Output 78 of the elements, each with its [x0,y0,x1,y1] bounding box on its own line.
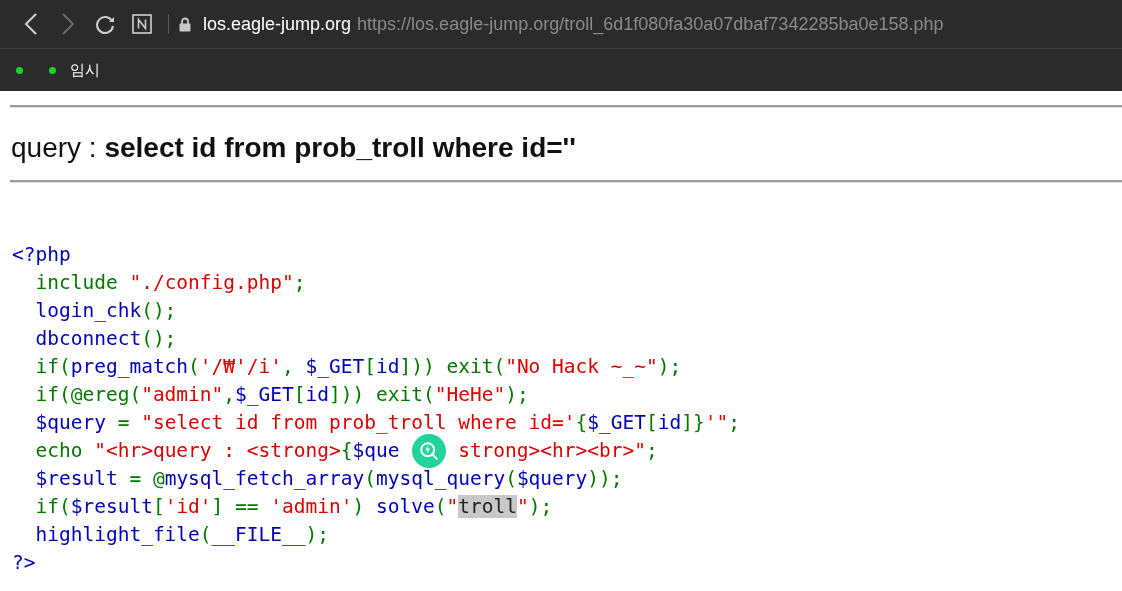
code-text: $query [516,467,588,490]
code-keyword: { [575,411,588,434]
code-text: id [657,411,682,434]
code-text: ?> [12,551,36,574]
code-keyword: [ [152,495,165,518]
code-keyword: ); [305,523,329,546]
search-match: troll [458,495,517,518]
code-string: "select id from prob_troll where id=' [141,411,576,434]
code-keyword: ])) exit( [329,383,435,406]
code-keyword: ; [728,411,740,434]
forward-icon [59,12,76,36]
code-keyword: = [116,411,131,434]
code-keyword: ] == [211,495,260,518]
code-text: preg_match [70,355,189,378]
code-string: " [446,495,459,518]
code-keyword: ( [364,467,376,490]
code-text: $query [34,411,106,434]
code-keyword: if(@ereg( [34,383,142,406]
code-text: dbconnect [34,327,142,350]
code-string: '" [704,411,729,434]
code-keyword: )); [587,467,623,490]
code-text: highlight_file [34,523,200,546]
code-keyword: , [223,383,236,406]
code-keyword: ; [293,271,306,294]
code-keyword: ) [352,495,366,518]
code-keyword: (); [141,299,177,322]
code-text: $result [34,467,118,490]
code-string: "<hr>query : <strong> [94,439,341,462]
code-text: __FILE__ [211,523,306,546]
code-string: "No Hack ~_~" [505,355,658,378]
reload-icon [93,13,116,35]
code-text: $_GET [305,355,365,378]
code-string: '/₩'/i' [199,355,283,378]
code-keyword: { [340,439,353,462]
code-text: solve [376,495,435,518]
code-keyword: ; [646,439,658,462]
code-keyword: [ [646,411,658,434]
code-keyword: (); [141,327,177,350]
code-keyword: , [282,355,295,378]
code-keyword: ])) exit( [399,355,506,378]
code-string: "HeHe" [434,383,506,406]
code-keyword: ( [434,495,447,518]
lightning-magnifier-icon [417,440,440,462]
code-text: id [376,355,400,378]
code-keyword: ); [505,383,529,406]
code-text: $result [70,495,153,518]
code-string: " [516,495,529,518]
code-text: $que [352,439,400,462]
back-icon [22,12,39,36]
query-heading: query : select id from prob_troll where id='' [10,131,577,165]
lock-icon [179,16,191,32]
code-keyword: ]} [681,411,705,434]
code-string: strong><hr><br>" [458,439,646,462]
code-text: mysql_query [376,467,506,490]
code-keyword: ( [188,355,200,378]
code-text: <?php [12,243,71,266]
code-string: "./config.php" [129,271,294,294]
code-keyword: if( [34,495,71,518]
code-keyword: include [34,271,119,294]
code-keyword: ); [657,355,682,378]
code-text: id [305,383,329,406]
code-string: 'id' [164,495,212,518]
code-keyword: ); [528,495,553,518]
code-keyword: = @ [128,467,165,490]
code-text: login_chk [34,299,142,322]
address-bar[interactable]: los.eagle-jump.org https://los.eagle-jump.org/troll_6d1f080fa30a07dbaf7342285ba0e158.php [203,13,944,35]
code-keyword: echo [34,439,84,462]
code-keyword: ( [199,523,212,546]
code-keyword: if( [34,355,71,378]
code-keyword: [ [364,355,376,378]
code-string: 'admin' [270,495,353,518]
code-text: mysql_fetch_array [164,467,365,490]
code-keyword: [ [293,383,306,406]
bookmark[interactable]: 임시 [47,56,102,84]
code-keyword: ( [505,467,517,490]
code-text: $_GET [235,383,294,406]
code-text: $_GET [587,411,646,434]
code-string: "admin" [141,383,224,406]
